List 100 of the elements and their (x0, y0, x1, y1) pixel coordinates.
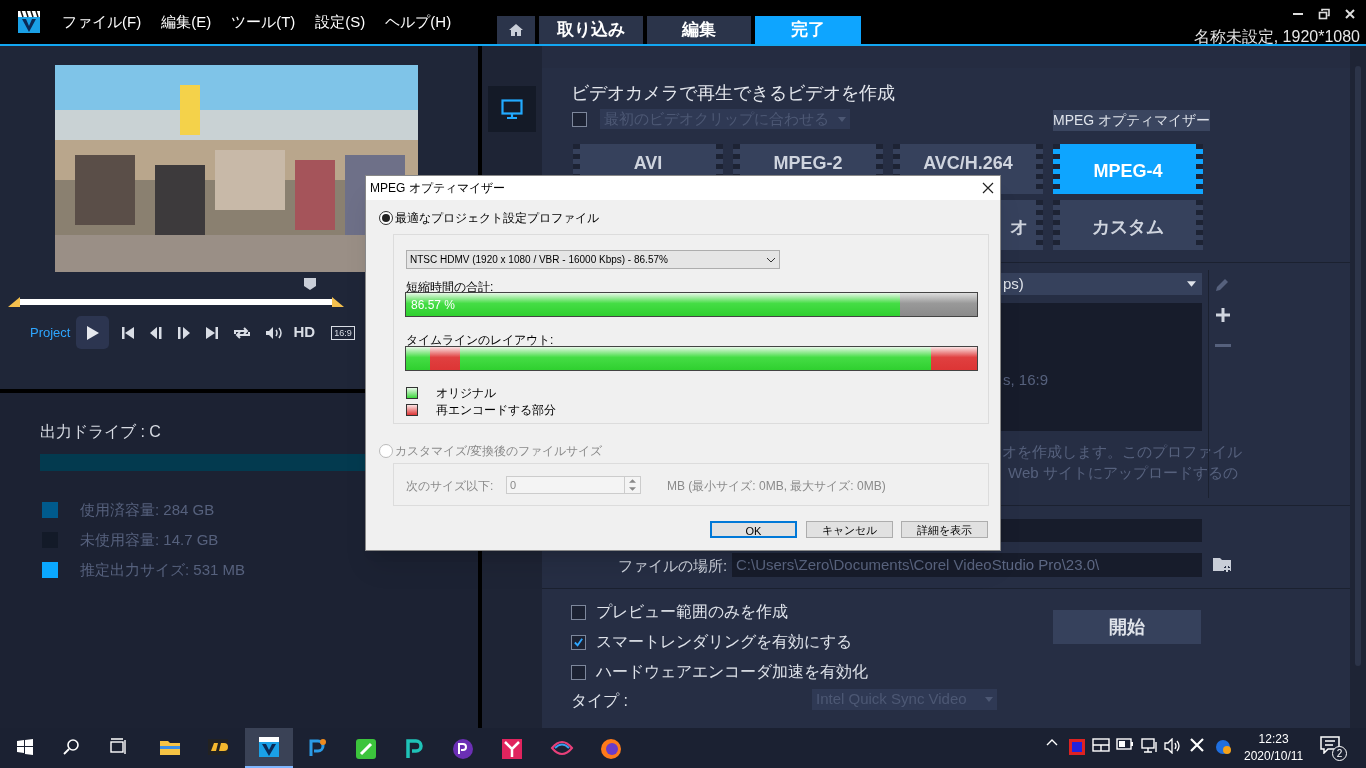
menu-item[interactable]: ファイル(F) (62, 11, 142, 34)
clock-date[interactable]: 2020/10/11 (1244, 748, 1304, 765)
checkbox[interactable] (572, 111, 587, 127)
menu-item[interactable]: 設定(S) (315, 11, 366, 34)
start-button[interactable]: 開始 (1053, 610, 1201, 644)
bar-label: 短縮時間の合計: (406, 279, 494, 296)
legend-swatch (406, 387, 418, 399)
dialog-title: MPEG オプティマイザー (370, 180, 505, 197)
dialog-button[interactable]: キャンセル (806, 521, 893, 538)
taskbar-button[interactable] (245, 728, 293, 768)
size-label: 次のサイズ以下: (406, 478, 494, 495)
window-layout-icon[interactable] (1092, 738, 1110, 752)
project-label: Project (30, 323, 71, 342)
speaker-icon[interactable] (1164, 738, 1182, 754)
folder-add-icon[interactable] (1212, 555, 1234, 573)
battery-icon[interactable] (1116, 738, 1134, 750)
menu-item[interactable]: ツール(T) (231, 11, 296, 34)
browser-globe-icon[interactable] (600, 738, 622, 760)
dialog-button[interactable]: OK (710, 521, 797, 538)
dialog-button[interactable]: 詳細を表示 (901, 521, 988, 538)
search-icon[interactable] (63, 738, 81, 756)
network-icon[interactable] (1141, 738, 1159, 754)
option-label: ハードウェアエンコーダ加速を有効化 (596, 662, 868, 682)
monitor-icon (501, 99, 523, 119)
trim-slider[interactable] (8, 277, 344, 307)
skip-start-icon[interactable] (121, 325, 136, 340)
size-note: MB (最小サイズ: 0MB, 最大サイズ: 0MB) (667, 478, 886, 495)
clock-time[interactable]: 12:23 (1258, 731, 1289, 748)
menu-item[interactable]: 編集(E) (161, 11, 212, 34)
format-button[interactable]: カスタム (1053, 200, 1203, 250)
brush-app-icon[interactable] (307, 738, 329, 758)
radio-label: カスタマイズ/変換後のファイルサイズ (395, 443, 603, 460)
profile-dropdown[interactable]: ps) (1001, 273, 1202, 295)
type-label: タイプ : (571, 691, 628, 711)
profile-details: s, 16:9 (1001, 303, 1202, 431)
file-name-field[interactable] (1001, 519, 1202, 542)
windows-start-icon[interactable] (16, 738, 34, 756)
mode-tab[interactable]: 取り込み (539, 16, 643, 44)
mpeg-optimizer-button[interactable]: MPEG オプティマイザー (1053, 110, 1210, 131)
project-title: 名称未設定, 1920*1080 (1193, 27, 1360, 47)
folder-icon[interactable] (159, 738, 181, 756)
tray-expand-icon[interactable] (1046, 738, 1058, 746)
down-arrow-icon (629, 487, 636, 491)
home-icon (508, 22, 524, 38)
circle-p-app-icon[interactable] (452, 738, 474, 760)
volume-icon[interactable] (265, 325, 284, 340)
checkmark-icon (573, 636, 584, 648)
next-frame-icon[interactable] (177, 325, 192, 340)
hd-toggle[interactable]: HD (293, 321, 316, 344)
drive-title: 出力ドライブ : C (40, 422, 162, 442)
play-button[interactable] (76, 316, 110, 349)
chevron-down-icon (766, 256, 776, 263)
app-logo-icon (17, 10, 41, 34)
play-icon (85, 324, 100, 341)
timeline-segment (406, 347, 430, 370)
caret-icon (838, 116, 846, 122)
radio-label: 最適なプロジェクト設定プロファイル (395, 210, 599, 227)
output-device-tab[interactable] (488, 86, 536, 132)
skip-end-icon[interactable] (205, 325, 220, 340)
bar-label: タイムラインのレイアウト: (406, 332, 554, 349)
stylized-3d-app-icon[interactable] (207, 738, 229, 756)
aspect-ratio-toggle[interactable]: 16:9 (331, 325, 355, 340)
previous-frame-icon[interactable] (149, 325, 164, 340)
x-mark-icon[interactable] (1190, 738, 1204, 752)
file-location-label: ファイルの場所: (618, 556, 728, 576)
legend-label: 再エンコードする部分 (436, 402, 556, 419)
radio-button[interactable] (379, 444, 393, 458)
option-label: スマートレンダリングを有効にする (596, 632, 852, 652)
up-arrow-icon (629, 479, 636, 483)
scrubber-thumb[interactable] (303, 277, 318, 291)
section-heading: ビデオカメラで再生できるビデオを作成 (571, 82, 895, 105)
legend-label: 推定出力サイズ: 531 MB (80, 559, 246, 580)
checkbox[interactable] (571, 664, 586, 680)
task-view-icon[interactable] (109, 738, 127, 756)
home-tab[interactable] (497, 16, 535, 44)
checkbox[interactable] (571, 604, 586, 620)
notification-count: 2 (1332, 746, 1347, 761)
caret-icon (985, 697, 993, 702)
letter-p-app-icon[interactable] (403, 738, 425, 760)
restore-icon[interactable] (1318, 8, 1330, 20)
tray-status-icon[interactable] (1214, 738, 1232, 756)
close-icon[interactable] (982, 182, 994, 194)
clapperboard-app-icon (258, 736, 280, 758)
caret-icon (1187, 281, 1196, 287)
legend-label: オリジナル (436, 385, 496, 402)
pen-app-icon[interactable] (355, 738, 377, 760)
legend-label: 使用済容量: 284 GB (80, 499, 215, 520)
legend-swatch (406, 404, 418, 416)
radio-button[interactable] (379, 211, 393, 225)
y-shape-app-icon[interactable] (501, 738, 523, 760)
profile-combo[interactable]: NTSC HDMV (1920 x 1080 / VBR - 16000 Kbps) - 86.57% (406, 250, 780, 269)
legend-label: 未使用容量: 14.7 GB (80, 529, 219, 550)
menu-item[interactable]: ヘルプ(H) (385, 11, 452, 34)
add-icon[interactable] (1215, 307, 1231, 323)
tray-app-icon[interactable] (1068, 738, 1086, 756)
repeat-icon[interactable] (233, 325, 252, 340)
checkbox[interactable] (571, 634, 586, 650)
swirl-app-icon[interactable] (550, 738, 574, 758)
mode-tab[interactable]: 編集 (647, 16, 751, 44)
option-label: プレビュー範囲のみを作成 (596, 602, 788, 622)
